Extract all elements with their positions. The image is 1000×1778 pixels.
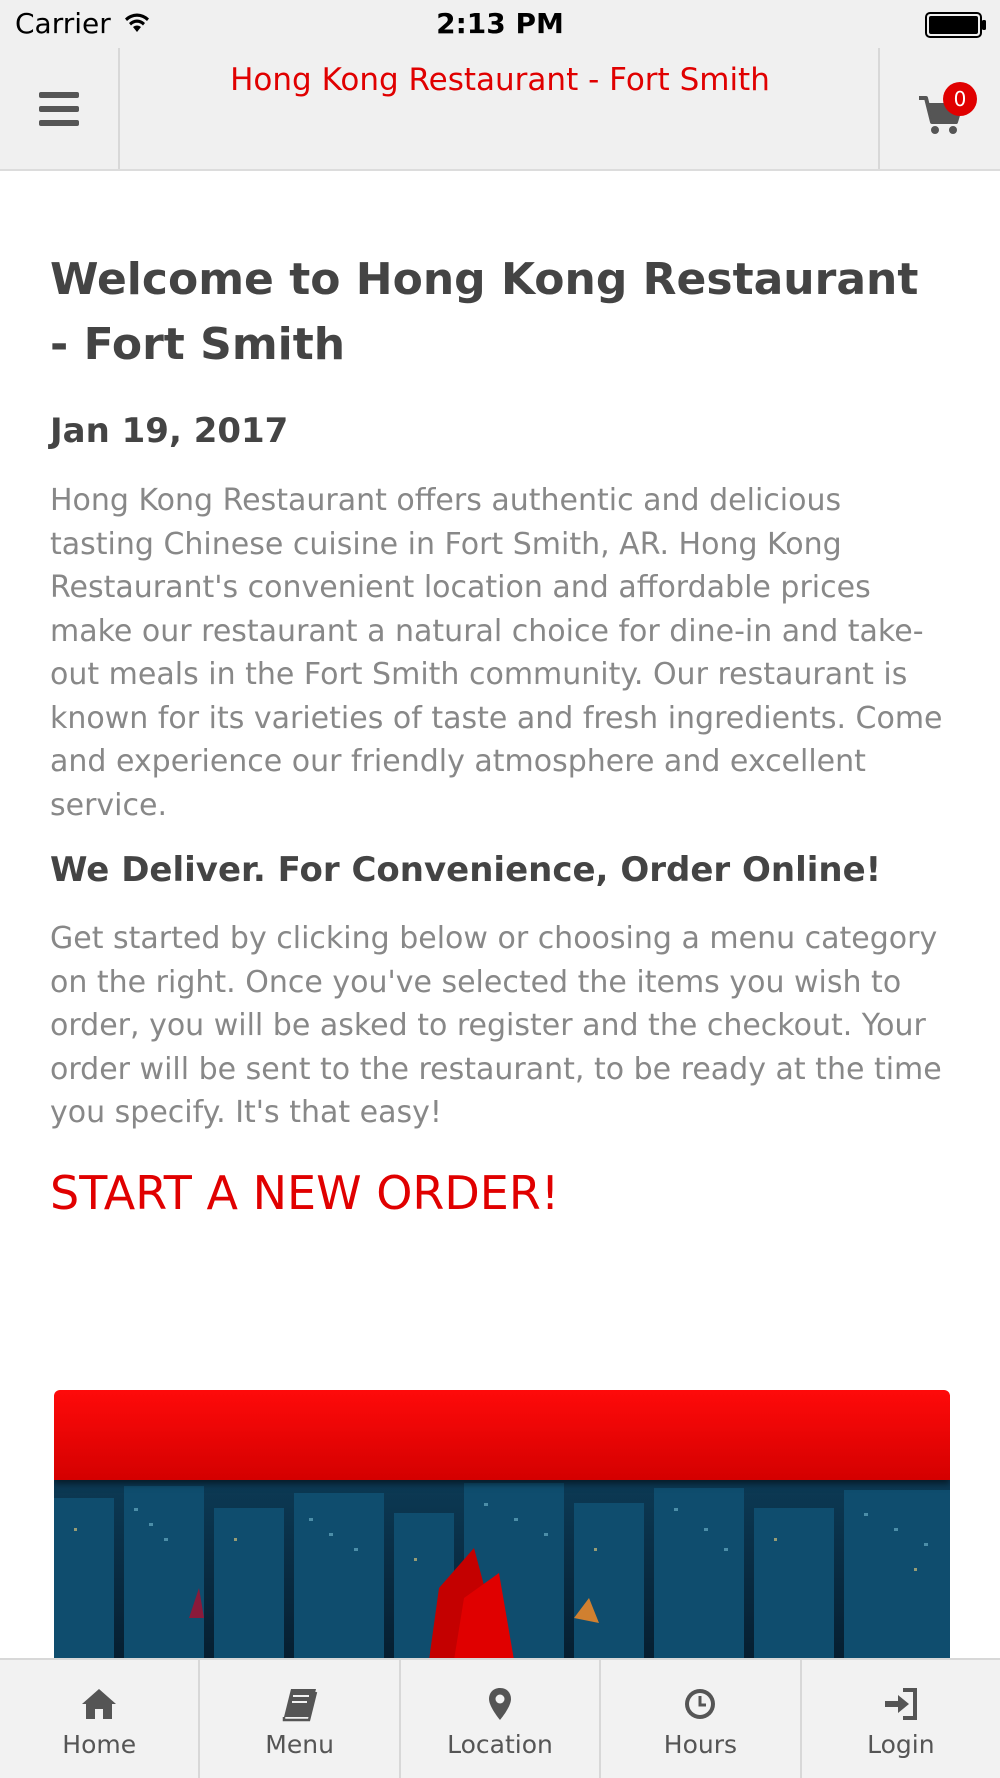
main-content: Welcome to Hong Kong Restaurant - Fort S…: [50, 171, 950, 1223]
bottom-tab-bar: Home Menu Location Hours Login: [0, 1658, 1000, 1778]
header-title: Hong Kong Restaurant - Fort Smith: [230, 62, 770, 98]
battery-icon: [925, 12, 986, 38]
app-header: Hong Kong Restaurant - Fort Smith 0: [0, 48, 1000, 171]
tab-menu[interactable]: Menu: [200, 1660, 401, 1778]
tab-menu-label: Menu: [265, 1730, 334, 1759]
home-icon: [82, 1689, 117, 1719]
tab-hours[interactable]: Hours: [601, 1660, 802, 1778]
tab-hours-label: Hours: [663, 1730, 738, 1759]
delivery-subheading: We Deliver. For Convenience, Order Onlin…: [50, 850, 882, 890]
page-title: Welcome to Hong Kong Restaurant - Fort S…: [50, 254, 919, 370]
clock-icon: [685, 1689, 716, 1719]
hamburger-icon: [39, 91, 79, 126]
tab-login[interactable]: Login: [802, 1660, 1000, 1778]
intro-paragraph: Hong Kong Restaurant offers authentic an…: [50, 483, 943, 823]
book-icon: [282, 1689, 317, 1722]
restaurant-banner-image: [54, 1390, 950, 1660]
cart-button[interactable]: 0: [878, 48, 1000, 169]
hong-kong-skyline-photo: [54, 1478, 950, 1660]
tab-location[interactable]: Location: [401, 1660, 602, 1778]
start-new-order-link[interactable]: START A NEW ORDER!: [50, 1163, 559, 1223]
map-marker-icon: [489, 1688, 512, 1720]
tab-home-label: Home: [62, 1730, 137, 1759]
cart-count-badge: 0: [943, 82, 977, 116]
menu-button[interactable]: [0, 48, 120, 169]
status-time: 2:13 PM: [436, 7, 564, 40]
tab-home[interactable]: Home: [0, 1660, 201, 1778]
tab-login-label: Login: [867, 1730, 935, 1759]
sign-in-icon: [884, 1688, 917, 1720]
how-to-order-paragraph: Get started by clicking below or choosin…: [50, 921, 942, 1130]
banner-red-band: [54, 1390, 950, 1480]
tab-location-label: Location: [447, 1730, 553, 1759]
status-bar: Carrier 2:13 PM: [0, 0, 1000, 48]
post-date: Jan 19, 2017: [50, 411, 289, 451]
